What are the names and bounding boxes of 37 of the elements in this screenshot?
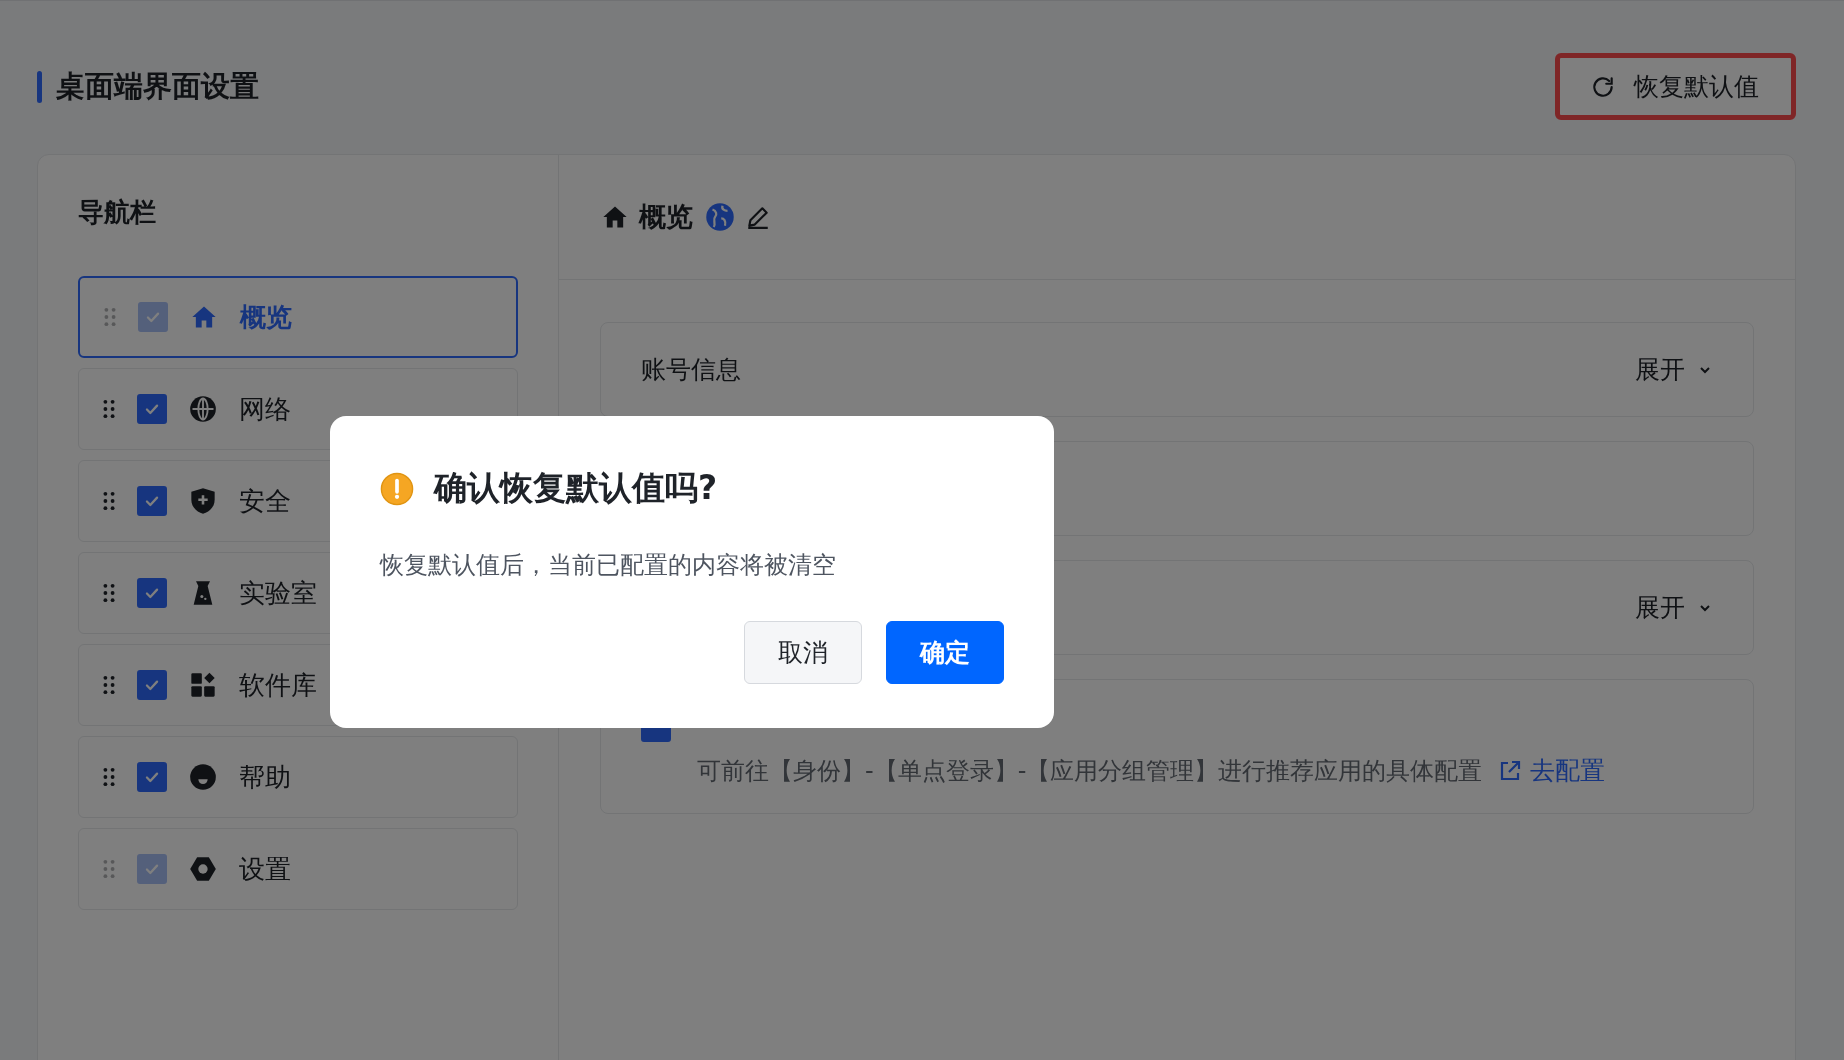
drag-handle-icon[interactable] xyxy=(103,767,115,787)
panel-title: 账号信息 xyxy=(641,354,741,386)
section-title: 概览 xyxy=(639,200,693,234)
reset-button[interactable]: 恢复默认值 xyxy=(1555,53,1796,120)
nav-item[interactable]: 帮助 xyxy=(78,736,518,818)
page-title: 桌面端界面设置 xyxy=(56,67,259,105)
nav-item-label: 软件库 xyxy=(239,668,317,702)
nav-item-label: 安全 xyxy=(239,484,291,518)
cancel-button[interactable]: 取消 xyxy=(744,621,862,684)
sidebar-title: 导航栏 xyxy=(78,196,157,229)
expand-toggle[interactable]: 展开 xyxy=(1635,353,1713,386)
edit-icon[interactable] xyxy=(745,204,771,230)
warning-icon xyxy=(380,471,414,506)
nav-item-label: 实验室 xyxy=(239,576,317,610)
drag-handle-icon[interactable] xyxy=(103,399,115,419)
nav-item-label: 设置 xyxy=(239,852,291,886)
configure-link[interactable]: 去配置 xyxy=(1530,754,1606,787)
apps-icon xyxy=(189,671,217,699)
checkbox[interactable] xyxy=(137,486,167,516)
checkbox[interactable] xyxy=(137,394,167,424)
nav-item-label: 概览 xyxy=(240,300,292,334)
confirm-button[interactable]: 确定 xyxy=(886,621,1004,684)
external-link-icon xyxy=(1498,758,1523,783)
drag-handle-icon[interactable] xyxy=(103,675,115,695)
drag-handle-icon[interactable] xyxy=(103,583,115,603)
shield-plus-icon xyxy=(189,487,217,515)
checkbox[interactable] xyxy=(137,578,167,608)
smile-icon xyxy=(189,763,217,791)
drag-handle-icon[interactable] xyxy=(103,491,115,511)
expand-toggle[interactable]: 展开 xyxy=(1635,591,1713,624)
nav-item-label: 帮助 xyxy=(239,760,291,794)
checkbox[interactable] xyxy=(137,762,167,792)
option-description: 可前往【身份】-【单点登录】-【应用分组管理】进行推荐应用的具体配置 xyxy=(697,755,1483,787)
nav-item-label: 网络 xyxy=(239,392,291,426)
settings-icon xyxy=(189,855,217,883)
checkbox[interactable] xyxy=(137,670,167,700)
title-accent-bar xyxy=(37,70,42,103)
